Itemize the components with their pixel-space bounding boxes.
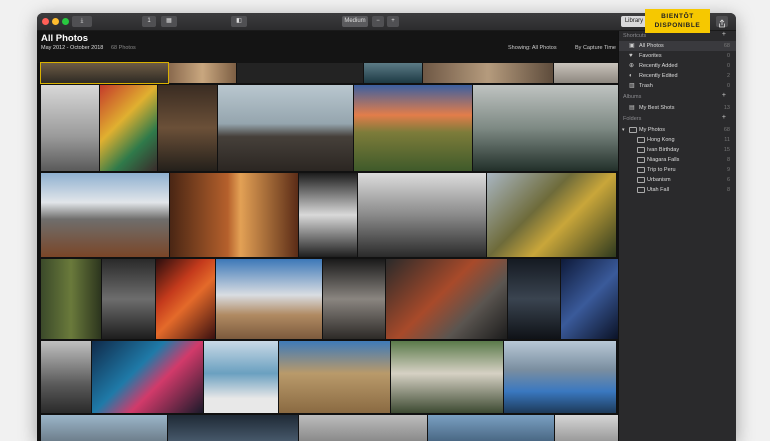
sidebar-toggle-button[interactable]: ◧ bbox=[231, 16, 247, 27]
photo-tile[interactable] bbox=[423, 63, 553, 83]
sidebar-item-all-photos[interactable]: ▣ All Photos 68 bbox=[619, 41, 736, 51]
photo-tile[interactable] bbox=[508, 259, 560, 339]
photo-tile[interactable] bbox=[354, 85, 472, 171]
sidebar-item-folder[interactable]: Ivan Birthday 15 bbox=[619, 145, 736, 155]
photo-browser: All Photos May 2012 - October 2018 68 Ph… bbox=[37, 31, 618, 441]
photo-tile[interactable] bbox=[102, 259, 155, 339]
photo-tile[interactable] bbox=[561, 259, 618, 339]
albums-section-title: Albums bbox=[623, 94, 642, 100]
photo-tile[interactable] bbox=[323, 259, 385, 339]
photo-tile[interactable] bbox=[473, 85, 618, 171]
photo-tile[interactable] bbox=[555, 415, 618, 441]
photo-tile[interactable] bbox=[428, 415, 554, 441]
photo-tile[interactable] bbox=[204, 341, 278, 413]
zoom-select[interactable]: Medium bbox=[342, 16, 368, 27]
folder-icon bbox=[637, 177, 645, 183]
photo-tile[interactable] bbox=[41, 415, 167, 441]
add-folder-button[interactable]: + bbox=[722, 114, 726, 121]
folder-icon bbox=[637, 187, 645, 193]
photo-tile[interactable] bbox=[487, 173, 616, 257]
photo-tile[interactable] bbox=[218, 85, 353, 171]
photo-tile[interactable] bbox=[237, 63, 363, 83]
add-album-button[interactable]: + bbox=[722, 92, 726, 99]
coming-soon-badge: BIENTÔT DISPONIBLE bbox=[645, 9, 710, 33]
download-icon: ⤓ bbox=[80, 18, 84, 24]
album-icon: ▤ bbox=[629, 105, 635, 111]
photo-grid bbox=[37, 62, 618, 441]
sidebar-item-album[interactable]: ▤ My Best Shots 13 bbox=[619, 103, 736, 113]
photo-tile[interactable] bbox=[41, 259, 101, 339]
edit-icon: ◐ bbox=[629, 73, 633, 79]
folder-icon bbox=[637, 147, 645, 153]
sidebar-item-folder[interactable]: Trip to Peru 9 bbox=[619, 165, 736, 175]
grid-icon: ▦ bbox=[166, 18, 172, 24]
sidebar-item-folder[interactable]: Utah Fall 8 bbox=[619, 185, 736, 195]
photos-icon: ▣ bbox=[629, 43, 635, 49]
photo-tile[interactable] bbox=[364, 63, 422, 83]
close-window-button[interactable] bbox=[42, 18, 49, 25]
badge-line-2: DISPONIBLE bbox=[654, 22, 701, 29]
photo-tile[interactable] bbox=[216, 259, 322, 339]
folder-icon bbox=[637, 157, 645, 163]
zoom-window-button[interactable] bbox=[62, 18, 69, 25]
photo-tile[interactable] bbox=[554, 63, 618, 83]
library-button[interactable]: Library bbox=[621, 16, 647, 27]
badge-line-1: BIENTÔT bbox=[661, 13, 694, 20]
sidebar-item-trash[interactable]: ▥ Trash 0 bbox=[619, 81, 736, 91]
photo-tile[interactable] bbox=[41, 341, 91, 413]
sort-select[interactable]: By Capture Time bbox=[575, 45, 616, 51]
photo-tile[interactable] bbox=[358, 173, 486, 257]
photo-tile[interactable] bbox=[156, 259, 215, 339]
photo-tile[interactable] bbox=[504, 341, 616, 413]
photo-tile[interactable] bbox=[169, 63, 236, 83]
photo-tile[interactable] bbox=[168, 415, 298, 441]
sidebar-icon: ◧ bbox=[236, 18, 242, 24]
photo-tile[interactable] bbox=[41, 85, 99, 171]
toolbar-button-a[interactable]: 1 bbox=[142, 16, 156, 27]
app-window: ⤓ 1 ▦ ◧ Medium − + Library All Photos Ma… bbox=[37, 13, 736, 441]
share-icon bbox=[719, 19, 725, 28]
folder-icon bbox=[629, 127, 637, 133]
sidebar-item-folder[interactable]: Urbanism 6 bbox=[619, 175, 736, 185]
photo-tile[interactable] bbox=[40, 62, 169, 84]
photo-tile[interactable] bbox=[299, 415, 427, 441]
photo-tile[interactable] bbox=[299, 173, 357, 257]
toolbar-button-b[interactable]: ▦ bbox=[161, 16, 177, 27]
photo-tile[interactable] bbox=[279, 341, 390, 413]
browser-header: All Photos May 2012 - October 2018 68 Ph… bbox=[37, 31, 618, 63]
photo-tile[interactable] bbox=[170, 173, 298, 257]
sidebar-item-folder[interactable]: Hong Kong 11 bbox=[619, 135, 736, 145]
photo-tile[interactable] bbox=[92, 341, 203, 413]
photo-tile[interactable] bbox=[386, 259, 507, 339]
showing-filter[interactable]: Showing: All Photos bbox=[508, 45, 557, 51]
photo-tile[interactable] bbox=[391, 341, 503, 413]
folder-icon bbox=[637, 137, 645, 143]
heart-icon: ♥ bbox=[629, 53, 633, 59]
sidebar: Shortcuts + ▣ All Photos 68 ♥ Favorites … bbox=[619, 31, 736, 441]
titlebar: ⤓ 1 ▦ ◧ Medium − + Library bbox=[37, 13, 736, 31]
sidebar-item-recently-added[interactable]: ⊕ Recently Added 0 bbox=[619, 61, 736, 71]
add-shortcut-button[interactable]: + bbox=[722, 31, 726, 38]
date-range: May 2012 - October 2018 bbox=[41, 45, 104, 51]
plus-circle-icon: ⊕ bbox=[629, 63, 635, 69]
minimize-window-button[interactable] bbox=[52, 18, 59, 25]
photo-tile[interactable] bbox=[41, 173, 169, 257]
photo-tile[interactable] bbox=[158, 85, 217, 171]
photo-tile[interactable] bbox=[100, 85, 157, 171]
folders-section-title: Folders bbox=[623, 116, 642, 122]
sidebar-item-favorites[interactable]: ♥ Favorites 0 bbox=[619, 51, 736, 61]
sidebar-item-folder[interactable]: Niagara Falls 8 bbox=[619, 155, 736, 165]
shortcuts-section-title: Shortcuts bbox=[623, 33, 647, 39]
page-title: All Photos bbox=[41, 33, 88, 44]
import-button[interactable]: ⤓ bbox=[72, 16, 92, 27]
photo-count: 68 Photos bbox=[111, 45, 136, 51]
share-button[interactable] bbox=[716, 16, 728, 28]
disclosure-triangle-icon[interactable]: ▾ bbox=[622, 127, 628, 133]
folder-icon bbox=[637, 167, 645, 173]
zoom-in-button[interactable]: + bbox=[387, 16, 399, 27]
sidebar-item-recently-edited[interactable]: ◐ Recently Edited 2 bbox=[619, 71, 736, 81]
trash-icon: ▥ bbox=[629, 83, 635, 89]
zoom-out-button[interactable]: − bbox=[372, 16, 384, 27]
sidebar-item-my-photos[interactable]: ▾ My Photos 68 bbox=[619, 125, 736, 135]
